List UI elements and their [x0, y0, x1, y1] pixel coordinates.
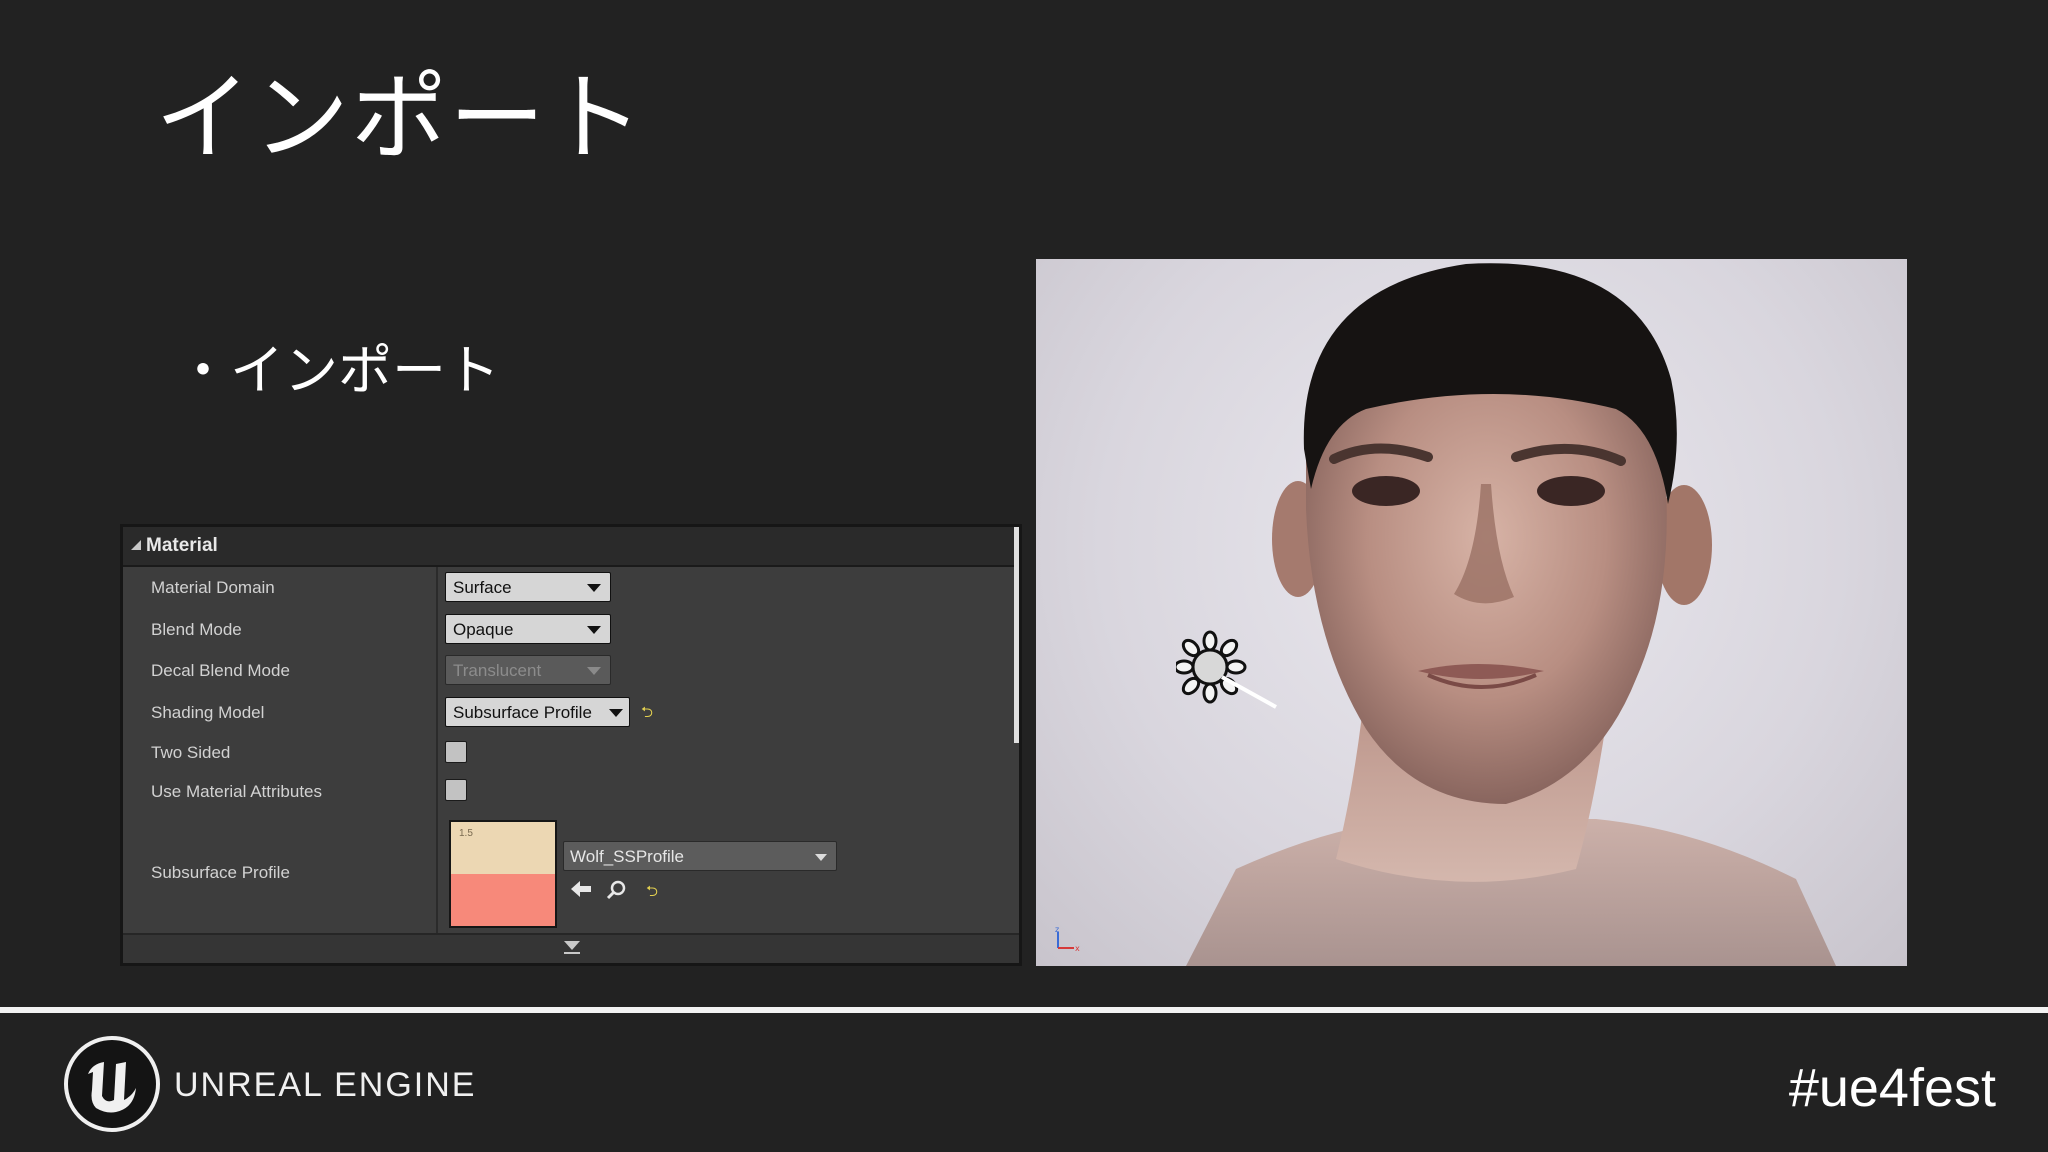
column-divider[interactable]: [436, 567, 438, 933]
dropdown-arrow-icon: [609, 709, 623, 717]
two-sided-checkbox[interactable]: [445, 741, 467, 763]
browse-search-icon[interactable]: [606, 880, 628, 904]
subsurface-profile-label: Subsurface Profile: [151, 863, 290, 882]
brand-name: UNREAL ENGINE: [174, 1066, 477, 1104]
material-details-panel: Material Material Domain Surface Blend M…: [120, 524, 1022, 966]
svg-text:z: z: [1055, 926, 1059, 934]
thumbnail-bottom-swatch: [451, 874, 555, 926]
expand-arrow-bar: [564, 952, 580, 954]
material-domain-value: Surface: [453, 578, 512, 597]
category-header[interactable]: Material: [123, 527, 1019, 567]
material-domain-dropdown[interactable]: Surface: [445, 572, 611, 602]
subsurface-profile-asset-name: Wolf_SSProfile: [570, 847, 685, 866]
axis-gizmo-icon: z x: [1055, 926, 1080, 952]
subsurface-profile-asset-dropdown[interactable]: Wolf_SSProfile: [563, 841, 837, 871]
event-hashtag: #ue4fest: [1788, 1058, 1996, 1118]
light-source-icon[interactable]: [1176, 627, 1286, 717]
blend-mode-dropdown[interactable]: Opaque: [445, 614, 611, 644]
decal-blend-mode-dropdown: Translucent: [445, 655, 611, 685]
subsurface-profile-thumbnail[interactable]: 1.5: [449, 820, 557, 928]
svg-text:x: x: [1075, 944, 1080, 952]
shading-model-dropdown[interactable]: Subsurface Profile: [445, 697, 630, 727]
expand-arrow-icon: [564, 941, 580, 950]
two-sided-label: Two Sided: [151, 743, 231, 762]
decal-blend-mode-value: Translucent: [453, 661, 542, 680]
reset-to-default-icon[interactable]: ⮌: [646, 884, 658, 899]
thumbnail-value-text: 1.5: [459, 828, 473, 839]
advanced-expander[interactable]: [123, 933, 1019, 963]
viewport-render[interactable]: z x: [1036, 259, 1907, 966]
head-render-image: [1186, 263, 1836, 966]
vertical-scrollbar[interactable]: [1014, 527, 1019, 743]
dropdown-arrow-icon: [587, 584, 601, 592]
dropdown-arrow-icon: [815, 854, 827, 861]
collapse-triangle-icon[interactable]: [131, 540, 141, 550]
shading-model-value: Subsurface Profile: [453, 703, 592, 722]
footer-divider: [0, 1007, 2048, 1013]
dropdown-arrow-icon: [587, 626, 601, 634]
blend-mode-value: Opaque: [453, 620, 514, 639]
blend-mode-label: Blend Mode: [151, 620, 242, 639]
dropdown-arrow-icon: [587, 667, 601, 675]
use-material-attributes-checkbox[interactable]: [445, 779, 467, 801]
category-header-label: Material: [146, 535, 218, 556]
reset-to-default-icon[interactable]: ⮌: [641, 705, 653, 720]
shading-model-label: Shading Model: [151, 703, 265, 722]
bullet-point: ・インポート: [176, 339, 500, 402]
decal-blend-mode-label: Decal Blend Mode: [151, 661, 290, 680]
material-domain-label: Material Domain: [151, 578, 275, 597]
use-selected-back-arrow-icon[interactable]: [570, 879, 592, 903]
use-material-attributes-label: Use Material Attributes: [151, 782, 323, 801]
unreal-engine-logo-icon: [64, 1036, 160, 1132]
slide-title: インポート: [155, 62, 645, 174]
